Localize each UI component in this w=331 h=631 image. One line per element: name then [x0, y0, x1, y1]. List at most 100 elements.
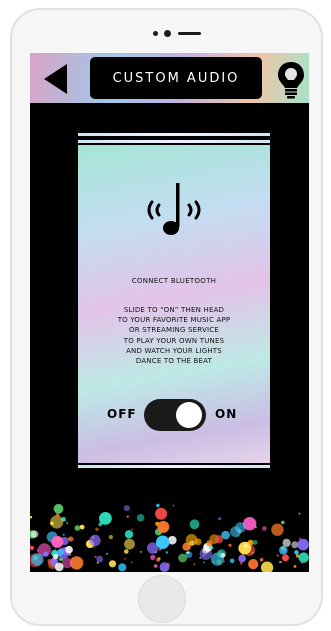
glitter-dot	[136, 514, 145, 522]
glitter-dot	[271, 523, 284, 536]
glitter-dot	[74, 525, 81, 531]
glitter-dot	[56, 537, 60, 541]
glitter-dot	[159, 562, 170, 572]
glitter-dot	[281, 520, 285, 525]
glitter-dot	[124, 538, 135, 550]
card-bottom-divider	[78, 465, 270, 468]
glitter-dot	[57, 548, 64, 556]
glitter-dot	[62, 533, 65, 536]
glitter-dot	[94, 555, 97, 558]
glitter-dot	[150, 554, 156, 560]
glitter-dot	[155, 507, 168, 520]
glitter-dot	[157, 517, 160, 519]
glitter-dot	[124, 549, 129, 554]
camera-dot	[164, 30, 171, 37]
glitter-dot	[293, 565, 297, 568]
app-screen: CUSTOM AUDIO CONNECT BLUETOOTH SLIDE TO …	[30, 53, 309, 572]
glitter-dot	[31, 530, 39, 538]
glitter-dot	[216, 559, 222, 565]
glitter-dot	[30, 516, 33, 519]
glitter-dot	[261, 561, 274, 572]
glitter-dot	[131, 528, 134, 531]
glitter-dot	[291, 541, 299, 549]
glitter-dot	[280, 560, 283, 563]
glitter-dot	[221, 530, 230, 540]
glitter-dot	[65, 545, 73, 554]
glitter-dot	[209, 545, 214, 550]
glitter-dot	[189, 519, 200, 530]
bluetooth-toggle-row: OFF ON	[78, 397, 270, 437]
glitter-dot	[238, 554, 246, 563]
glitter-dot	[118, 563, 127, 572]
glitter-dot	[298, 512, 301, 515]
glitter-dot	[157, 520, 170, 533]
glitter-dot	[172, 504, 175, 507]
phone-top-sensors	[12, 27, 321, 41]
glitter-dot	[156, 503, 160, 508]
glitter-dot	[108, 534, 114, 540]
glitter-dot	[66, 522, 69, 524]
glitter-dot	[165, 551, 168, 554]
glitter-dot	[140, 551, 142, 553]
glitter-dot	[298, 552, 309, 563]
glitter-dot	[59, 562, 62, 565]
instruction-line: TO PLAY YOUR OWN TUNES	[123, 336, 225, 345]
glitter-dot	[282, 554, 289, 562]
glitter-dot	[58, 558, 61, 561]
glitter-dot	[64, 520, 67, 522]
glitter-dot	[294, 550, 299, 555]
glitter-dot	[123, 557, 126, 560]
bluetooth-card: CONNECT BLUETOOTH SLIDE TO “ON” THEN HEA…	[78, 145, 270, 463]
glitter-dot	[130, 561, 133, 564]
toggle-knob[interactable]	[176, 402, 202, 428]
glitter-dot	[50, 515, 64, 529]
home-button[interactable]	[138, 575, 186, 623]
glitter-dot	[33, 555, 38, 561]
glitter-dot	[202, 547, 210, 554]
glitter-dot	[189, 540, 195, 546]
glitter-dot	[123, 505, 130, 512]
glitter-dot	[124, 530, 134, 539]
glitter-dot	[93, 546, 96, 548]
glitter-dot	[228, 543, 232, 547]
glitter-dot	[238, 541, 252, 555]
header-bar: CUSTOM AUDIO	[30, 53, 309, 103]
glitter-dot	[255, 526, 257, 529]
glitter-dot	[218, 517, 222, 521]
glitter-dot	[95, 527, 99, 531]
glitter-dot	[153, 564, 158, 568]
glitter-dot	[230, 526, 241, 538]
glitter-dot	[203, 561, 206, 564]
toggle-on-label: ON	[215, 407, 238, 421]
glitter-dot	[55, 513, 60, 517]
card-heading: CONNECT BLUETOOTH	[131, 277, 217, 285]
glitter-dot	[279, 546, 288, 555]
light-bulb-icon[interactable]	[274, 59, 308, 99]
glitter-dot	[156, 535, 170, 549]
glitter-dot	[50, 563, 53, 565]
glitter-dot	[43, 551, 49, 557]
glitter-dot	[206, 540, 213, 547]
back-arrow-icon[interactable]	[44, 64, 67, 94]
glitter-dot	[259, 557, 264, 562]
speaker-bar	[178, 32, 201, 35]
glitter-dot	[202, 554, 205, 557]
card-top-divider	[78, 133, 270, 136]
glitter-dot	[244, 544, 248, 548]
glitter-dot	[252, 540, 258, 545]
glitter-dot	[248, 559, 259, 570]
bluetooth-toggle[interactable]	[144, 399, 206, 431]
glitter-dot	[126, 515, 129, 518]
glitter-dot	[223, 560, 226, 563]
glitter-dot	[36, 549, 39, 552]
glitter-dot	[106, 552, 108, 555]
instruction-line: TO YOUR FAVORITE MUSIC APP	[117, 316, 231, 325]
glitter-dot	[297, 538, 309, 551]
card-instructions: SLIDE TO “ON” THEN HEAD TO YOUR FAVORITE…	[82, 305, 266, 366]
glitter-dot	[220, 552, 226, 558]
glitter-dot	[282, 538, 291, 547]
glitter-dot	[229, 558, 235, 564]
glitter-dot	[47, 558, 53, 564]
card-top-divider	[78, 140, 270, 143]
glitter-dot	[31, 553, 44, 566]
